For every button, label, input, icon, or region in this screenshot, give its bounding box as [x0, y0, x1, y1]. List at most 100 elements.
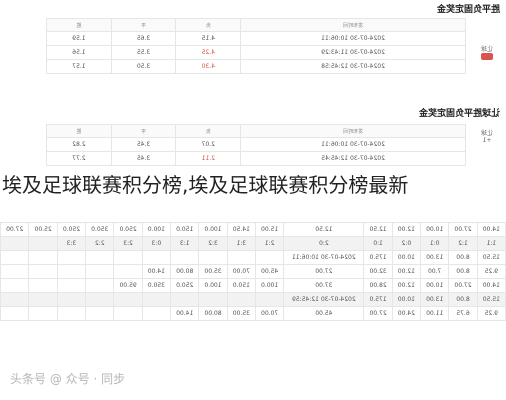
- odds-cell: 13.00: [420, 292, 449, 307]
- odds-cell: [113, 264, 143, 279]
- table-row: 2024-07-30 10:06:11 2.07 3.45 2.82: [46, 137, 466, 152]
- odds-cell: [57, 264, 86, 279]
- odds-cell: 0:2: [392, 236, 421, 251]
- win-cell: 2.77: [46, 151, 112, 166]
- odds-cell: 250.0: [57, 222, 86, 237]
- odds-cell: 13.00: [420, 250, 449, 265]
- score-table: 14.00 27.00 10.00 12.00 12.50 12.50 15.00 14.50…: [0, 222, 506, 321]
- table-row: 15.50 8.00 13.00 10.00 175.0 2024-07-30 12:45…: [0, 292, 506, 307]
- section1-table: 发布时间 负 平 胜 2024-07-30 10:06:11 4.15 3.65…: [46, 18, 466, 74]
- col-header: 发布时间: [240, 18, 466, 32]
- odds-cell: 2:1: [255, 236, 284, 251]
- odds-cell: 8.00: [448, 264, 478, 279]
- odds-cell: [113, 292, 143, 307]
- win-cell: 2.82: [46, 137, 112, 152]
- odds-cell: 12.50: [363, 222, 393, 237]
- odds-cell: [85, 292, 114, 307]
- odds-cell: [170, 292, 199, 307]
- col-header: 负: [175, 18, 241, 32]
- screenshot-frame: 胜平负固定奖金 发布时间 负 平 胜 2024-07-30 10:06:11 4…: [0, 0, 506, 400]
- odds-cell: 15.50: [477, 292, 506, 307]
- odds-cell: 2:3: [113, 236, 143, 251]
- odds-cell: [57, 278, 86, 293]
- table-row: 2024-07-30 12:45:58 4.30 3.50 1.57: [46, 59, 466, 74]
- odds-cell: 8.00: [448, 250, 478, 265]
- watermark: 头条号 @ 众号 · 同步: [10, 372, 126, 386]
- odds-cell: 12.00: [392, 278, 421, 293]
- odds-cell: 3:3: [57, 236, 86, 251]
- odds-cell: 6.75: [448, 306, 478, 321]
- time-cell: 2024-07-30 10:06:11: [240, 137, 466, 152]
- odds-cell: 10.00: [392, 292, 421, 307]
- odds-cell: [0, 306, 29, 321]
- status-badge[interactable]: [481, 53, 493, 60]
- odds-cell: 14.00: [170, 306, 199, 321]
- odds-cell: 80.00: [198, 306, 228, 321]
- win-cell: 1.57: [46, 59, 112, 74]
- side-label: 让球: [481, 130, 494, 137]
- odds-cell: 70.00: [255, 306, 284, 321]
- odds-cell: 350.0: [85, 222, 114, 237]
- odds-cell: 250.0: [170, 278, 199, 293]
- odds-cell: 100.0: [142, 222, 171, 237]
- odds-cell: [85, 306, 114, 321]
- odds-cell: 150.0: [227, 278, 256, 293]
- odds-cell: 2024-07-30 10:06:11: [283, 250, 364, 265]
- odds-cell: 1:1: [477, 236, 506, 251]
- table-row: 14.00 27.00 10.00 12.00 12.50 12.50 15.00 14.50…: [0, 222, 506, 237]
- odds-cell: [113, 306, 143, 321]
- odds-cell: 100.0: [198, 222, 228, 237]
- section1-title: 胜平负固定奖金: [436, 5, 500, 15]
- odds-cell: 27.00: [448, 222, 478, 237]
- col-header: 平: [111, 124, 176, 138]
- odds-cell: 175.0: [363, 250, 393, 265]
- odds-cell: 9.25: [477, 306, 506, 321]
- odds-cell: [85, 250, 114, 265]
- odds-cell: 12.50: [283, 222, 364, 237]
- odds-cell: 25.00: [29, 222, 58, 237]
- odds-cell: 45.00: [283, 306, 364, 321]
- section2-side: 让球 +1: [472, 128, 502, 144]
- section-handicap: 让球胜平负固定奖金 发布时间 负 平 胜 2024-07-30 10:06:11…: [0, 100, 506, 170]
- odds-cell: 150.0: [170, 222, 199, 237]
- odds-cell: 12.00: [392, 264, 421, 279]
- odds-cell: 11.00: [420, 306, 449, 321]
- odds-cell: 14.00: [477, 278, 506, 293]
- table-row: 9.25 6.75 11.00 24.00 27.00 45.00 70.00 35.00 80…: [0, 306, 506, 321]
- odds-cell: [85, 278, 114, 293]
- odds-cell: 10.00: [420, 222, 449, 237]
- odds-cell: 10.00: [392, 250, 421, 265]
- odds-cell: 3:1: [227, 236, 256, 251]
- odds-cell: 27.00: [0, 222, 29, 237]
- odds-cell: [0, 264, 29, 279]
- odds-cell: 1:0: [363, 236, 393, 251]
- odds-cell: 100.0: [198, 278, 228, 293]
- odds-cell: [227, 250, 256, 265]
- table-row: 9.25 8.00 7.00 12.00 32.00 27.00 45.00 70.00 35.…: [0, 264, 506, 279]
- section-win-draw-lose: 胜平负固定奖金 发布时间 负 平 胜 2024-07-30 10:06:11 4…: [0, 0, 506, 100]
- odds-cell: [29, 306, 58, 321]
- col-header: 负: [175, 124, 241, 138]
- lose-cell: 2.11: [175, 151, 241, 166]
- odds-cell: [29, 236, 58, 251]
- odds-cell: [29, 278, 58, 293]
- col-header: 平: [111, 18, 176, 32]
- time-cell: 2024-07-30 11:43:29: [240, 45, 466, 60]
- odds-cell: 8.00: [448, 292, 478, 307]
- odds-cell: 250.0: [113, 222, 143, 237]
- odds-cell: 1:3: [170, 236, 199, 251]
- odds-cell: 45.00: [255, 264, 284, 279]
- side-label: 让球: [481, 46, 494, 53]
- odds-cell: 27.00: [448, 278, 478, 293]
- article-headline: 埃及足球联赛积分榜,埃及足球联赛积分榜最新: [0, 171, 506, 199]
- odds-cell: 15.50: [477, 250, 506, 265]
- odds-cell: 28.00: [363, 278, 393, 293]
- odds-cell: 35.00: [227, 306, 256, 321]
- time-cell: 2024-07-30 10:06:11: [240, 31, 466, 46]
- odds-cell: 27.00: [283, 264, 364, 279]
- table-row: 2024-07-30 10:06:11 4.15 3.65 1.59: [46, 31, 466, 46]
- odds-cell: [198, 250, 228, 265]
- col-header: 发布时间: [240, 124, 466, 138]
- handicap-value: +1: [482, 137, 492, 144]
- odds-cell: [0, 250, 29, 265]
